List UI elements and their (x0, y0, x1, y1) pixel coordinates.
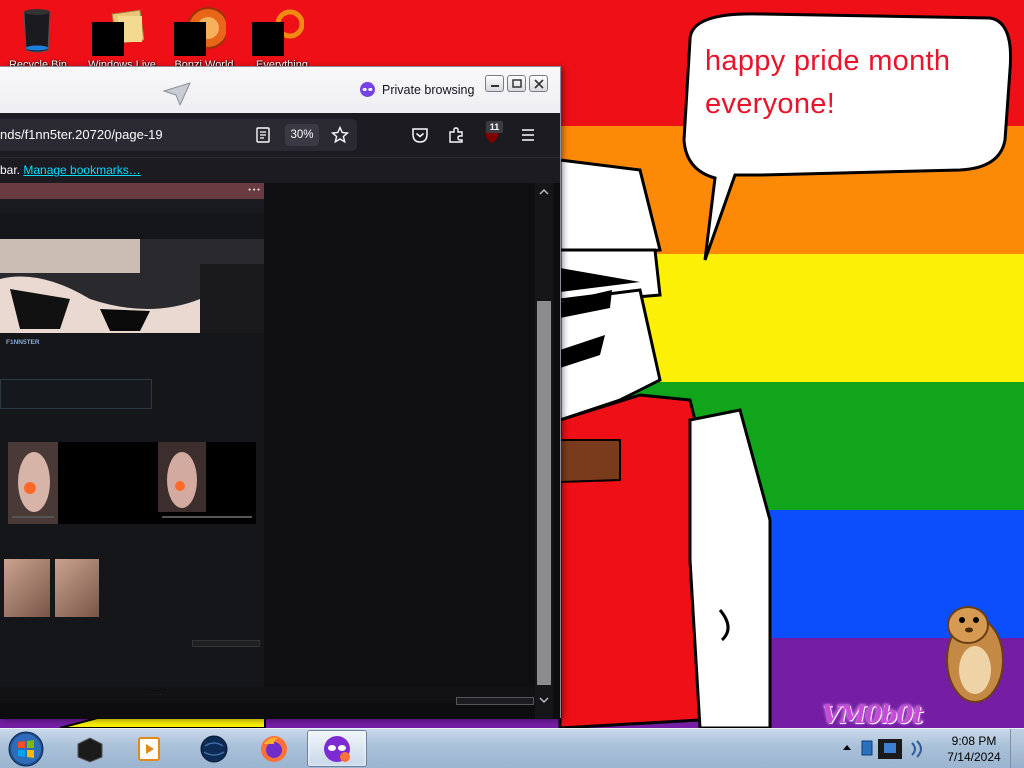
forum-header: ● ● ● (0, 183, 264, 199)
scrollbar-thumb[interactable] (537, 301, 551, 685)
media-player-icon (138, 736, 160, 761)
attached-photo[interactable] (55, 559, 99, 617)
hamburger-menu-icon[interactable] (519, 126, 537, 144)
redacted-box (92, 22, 124, 56)
post-image[interactable] (0, 239, 264, 333)
url-bar[interactable]: nds/f1nn5ter.20720/page-19 30% (0, 119, 357, 151)
forum-page: ● ● ● F1NN5TER · · · · · (0, 183, 535, 705)
private-mask-icon (360, 82, 375, 97)
manage-bookmarks-link[interactable]: Manage bookmarks… (23, 163, 140, 177)
system-tray-icons[interactable] (860, 737, 934, 761)
video-frame (8, 442, 58, 524)
speech-bubble-text: happy pride month everyone! (705, 45, 951, 120)
hamster-figure (946, 606, 1004, 703)
web-content-area: ● ● ● F1NN5TER · · · · · (0, 183, 560, 719)
login-register-links[interactable]: ● ● ● (248, 187, 260, 193)
video-thumbnail[interactable] (8, 442, 58, 524)
video-frame (158, 442, 256, 524)
black-cube-icon (77, 736, 103, 763)
taskbar-firefox-private[interactable] (307, 730, 367, 767)
close-button[interactable] (529, 75, 548, 92)
vmobot-watermark: VM0b0t (822, 700, 923, 728)
reply-button[interactable] (192, 640, 260, 647)
attached-photo[interactable] (4, 559, 50, 617)
video-player[interactable] (108, 442, 158, 524)
maximize-icon (511, 79, 522, 88)
bookmarks-toolbar: bar. Manage bookmarks… (0, 157, 560, 183)
redacted-box (252, 22, 284, 56)
window-title: Private browsing (382, 82, 475, 97)
ublock-blocked-count: 11 (486, 121, 503, 133)
post-username[interactable]: F1NN5TER (6, 339, 40, 346)
close-icon (533, 78, 544, 89)
globe-icon (200, 735, 228, 762)
video-thumbnail[interactable] (158, 442, 256, 524)
navigation-toolbar: nds/f1nn5ter.20720/page-19 30% 11 (0, 113, 560, 157)
taskbar-firefox[interactable] (246, 730, 302, 767)
scroll-up-arrow-icon[interactable] (539, 187, 549, 197)
firefox-private-window: Private browsing nds/f1nn5ter.20720/page… (0, 66, 561, 719)
url-text[interactable]: nds/f1nn5ter.20720/page-19 (0, 127, 163, 142)
reader-view-icon[interactable] (255, 127, 271, 143)
page-search-box[interactable] (456, 697, 534, 705)
video-progress-bar[interactable] (162, 516, 252, 518)
recycle-bin-icon (23, 9, 51, 53)
minimize-button[interactable] (485, 75, 504, 92)
desktop-icon-everything[interactable]: Everything (236, 4, 328, 71)
vertical-scrollbar[interactable] (535, 183, 553, 719)
minimize-icon (490, 84, 499, 87)
forum-thread-column: ● ● ● F1NN5TER (0, 183, 264, 703)
bookmarks-toolbar-message: bar. Manage bookmarks… (0, 163, 141, 177)
video-player[interactable] (58, 442, 108, 524)
show-hidden-icons-arrow-icon[interactable] (840, 741, 854, 755)
footer-links[interactable]: · · · · · (150, 692, 161, 697)
private-browsing-icon (324, 735, 350, 762)
system-clock[interactable]: 9:08 PM 7/14/2024 (938, 733, 1010, 765)
taskbar-dark-globe[interactable] (186, 730, 242, 767)
bookmark-star-icon[interactable] (331, 126, 349, 144)
video-progress-bar[interactable] (12, 516, 54, 518)
show-desktop-button[interactable] (1010, 729, 1024, 768)
maximize-button[interactable] (507, 75, 526, 92)
send-tab-icon[interactable] (162, 81, 192, 107)
clock-date: 7/14/2024 (947, 750, 1001, 764)
private-browsing-indicator: Private browsing (360, 82, 474, 97)
taskbar-media-player[interactable] (121, 730, 177, 767)
forum-footer: · · · · · (0, 687, 535, 703)
window-titlebar[interactable]: Private browsing (0, 67, 560, 113)
pocket-icon[interactable] (411, 126, 429, 144)
taskbar: 9:08 PM 7/14/2024 (0, 728, 1024, 768)
forum-subheader (0, 199, 264, 213)
redacted-box (174, 22, 206, 56)
zoom-level-button[interactable]: 30% (285, 124, 319, 146)
scroll-down-arrow-icon[interactable] (539, 695, 549, 705)
bookmarks-prefix-text: bar. (0, 163, 21, 177)
windows-start-button[interactable] (5, 730, 47, 768)
quote-block (0, 379, 152, 409)
taskbar-vm-app[interactable] (62, 730, 118, 767)
clock-time: 9:08 PM (951, 734, 997, 748)
post-photo (0, 239, 264, 333)
firefox-icon (261, 735, 287, 762)
extensions-puzzle-icon[interactable] (447, 126, 465, 144)
